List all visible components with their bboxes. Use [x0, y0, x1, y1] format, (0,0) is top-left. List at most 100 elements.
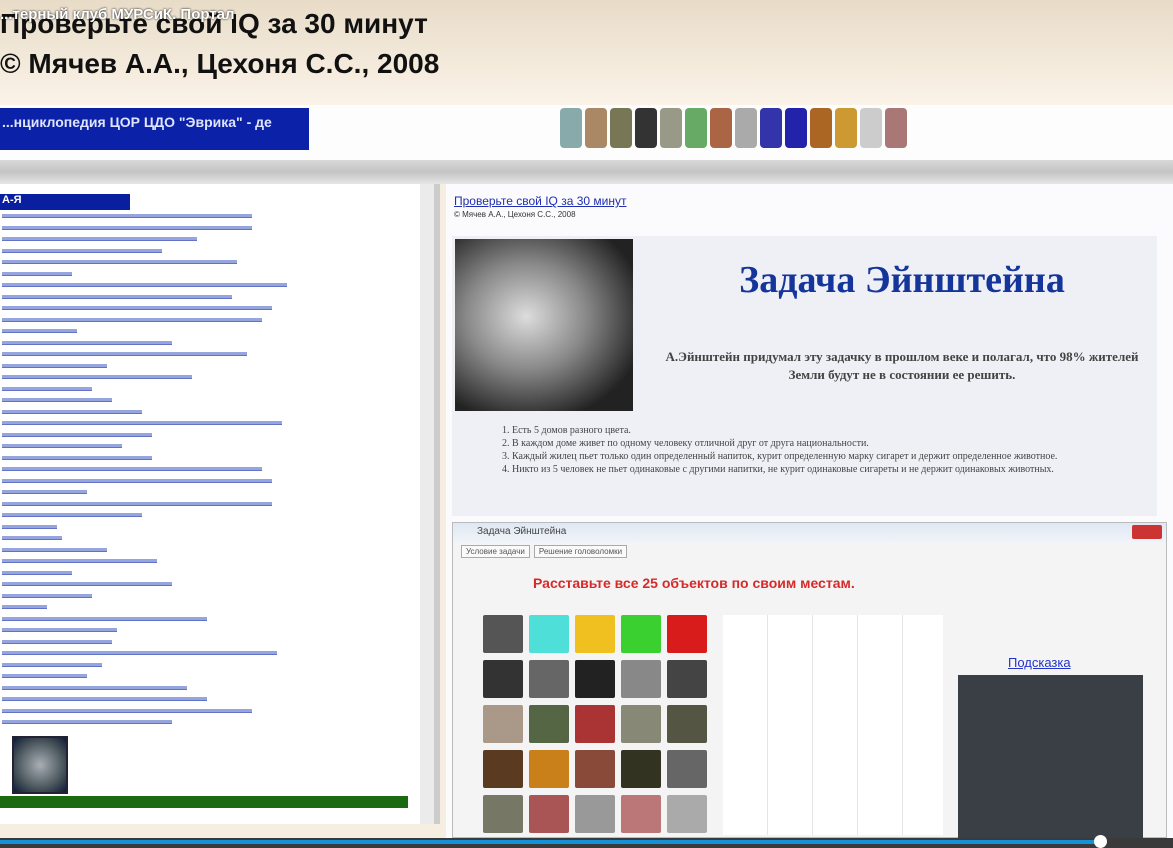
puzzle-object[interactable] — [529, 660, 569, 698]
index-link[interactable] — [2, 708, 252, 713]
puzzle-object[interactable] — [575, 705, 615, 743]
puzzle-object[interactable] — [621, 750, 661, 788]
character-icon[interactable] — [610, 108, 632, 148]
tab-conditions[interactable]: Условие задачи — [461, 545, 530, 558]
index-link[interactable] — [2, 513, 142, 517]
encyclopedia-banner[interactable]: ...нциклопедия ЦОР ЦДО "Эврика" - де — [0, 108, 309, 150]
index-link[interactable] — [2, 409, 142, 414]
index-link[interactable] — [2, 329, 77, 333]
index-link[interactable] — [2, 248, 162, 253]
index-link[interactable] — [2, 478, 272, 483]
index-link[interactable] — [2, 697, 207, 701]
index-link[interactable] — [2, 559, 157, 563]
index-link[interactable] — [2, 214, 252, 218]
puzzle-object[interactable] — [621, 795, 661, 833]
character-icon[interactable] — [710, 108, 732, 148]
puzzle-object[interactable] — [529, 750, 569, 788]
character-icon[interactable] — [760, 108, 782, 148]
index-link[interactable] — [2, 306, 272, 310]
index-link[interactable] — [2, 720, 172, 724]
character-icon[interactable] — [860, 108, 882, 148]
index-link[interactable] — [2, 524, 57, 529]
puzzle-object[interactable] — [667, 660, 707, 698]
article-link[interactable]: Проверьте свой IQ за 30 минут — [454, 194, 626, 208]
video-progress-bar[interactable] — [0, 835, 1173, 848]
index-link[interactable] — [2, 260, 237, 264]
target-slots[interactable] — [723, 615, 943, 835]
puzzle-object[interactable] — [575, 615, 615, 653]
character-icon[interactable] — [660, 108, 682, 148]
index-link[interactable] — [2, 536, 62, 540]
index-link[interactable] — [2, 651, 277, 655]
puzzle-object[interactable] — [667, 795, 707, 833]
index-link[interactable] — [2, 639, 112, 644]
character-icons — [560, 108, 907, 148]
character-icon[interactable] — [810, 108, 832, 148]
index-link[interactable] — [2, 432, 152, 437]
index-link[interactable] — [2, 628, 117, 632]
character-icon[interactable] — [835, 108, 857, 148]
puzzle-object[interactable] — [621, 705, 661, 743]
puzzle-object[interactable] — [575, 660, 615, 698]
index-link[interactable] — [2, 467, 262, 471]
index-link[interactable] — [2, 398, 112, 402]
puzzle-object[interactable] — [621, 660, 661, 698]
puzzle-app-window: Задача Эйнштейна Условие задачи Решение … — [452, 522, 1167, 839]
character-icon[interactable] — [735, 108, 757, 148]
index-link[interactable] — [2, 662, 102, 667]
index-link[interactable] — [2, 352, 247, 356]
index-link[interactable] — [2, 501, 272, 506]
character-icon[interactable] — [885, 108, 907, 148]
puzzle-object[interactable] — [575, 750, 615, 788]
puzzle-object[interactable] — [529, 615, 569, 653]
index-link[interactable] — [2, 317, 262, 322]
index-link[interactable] — [2, 421, 282, 425]
close-icon[interactable] — [1132, 525, 1162, 539]
rule-item: Есть 5 домов разного цвета. — [512, 424, 1142, 437]
puzzle-object[interactable] — [483, 660, 523, 698]
index-link[interactable] — [2, 225, 252, 230]
character-icon[interactable] — [785, 108, 807, 148]
task-instruction: Расставьте все 25 объектов по своим мест… — [533, 575, 855, 591]
index-link[interactable] — [2, 340, 172, 345]
puzzle-object[interactable] — [483, 705, 523, 743]
index-link[interactable] — [2, 444, 122, 448]
index-link[interactable] — [2, 547, 107, 552]
index-link[interactable] — [2, 593, 92, 598]
index-link[interactable] — [2, 386, 92, 391]
puzzle-object[interactable] — [483, 795, 523, 833]
character-icon[interactable] — [560, 108, 582, 148]
hint-link[interactable]: Подсказка — [1008, 655, 1071, 670]
progress-knob[interactable] — [1094, 835, 1108, 848]
puzzle-object[interactable] — [575, 795, 615, 833]
puzzle-object[interactable] — [529, 705, 569, 743]
index-link[interactable] — [2, 294, 232, 299]
index-link[interactable] — [2, 375, 192, 379]
index-link[interactable] — [2, 674, 87, 678]
index-link[interactable] — [2, 271, 72, 276]
puzzle-object[interactable] — [667, 705, 707, 743]
character-icon[interactable] — [585, 108, 607, 148]
index-link[interactable] — [2, 605, 47, 609]
index-header[interactable]: А-Я — [0, 194, 130, 210]
character-icon[interactable] — [635, 108, 657, 148]
character-icon[interactable] — [685, 108, 707, 148]
progress-fill — [0, 840, 1101, 844]
index-link[interactable] — [2, 616, 207, 621]
index-link[interactable] — [2, 490, 87, 494]
index-link[interactable] — [2, 582, 172, 586]
puzzle-object[interactable] — [667, 750, 707, 788]
index-link[interactable] — [2, 363, 107, 368]
puzzle-object[interactable] — [621, 615, 661, 653]
index-link[interactable] — [2, 237, 197, 241]
index-link[interactable] — [2, 455, 152, 460]
puzzle-object[interactable] — [483, 615, 523, 653]
puzzle-object[interactable] — [667, 615, 707, 653]
puzzle-object[interactable] — [483, 750, 523, 788]
index-link[interactable] — [2, 283, 287, 287]
index-link[interactable] — [2, 685, 187, 690]
tab-solution[interactable]: Решение головоломки — [533, 545, 628, 558]
sidebar-scrollbar[interactable] — [420, 184, 434, 824]
puzzle-object[interactable] — [529, 795, 569, 833]
index-link[interactable] — [2, 570, 72, 575]
